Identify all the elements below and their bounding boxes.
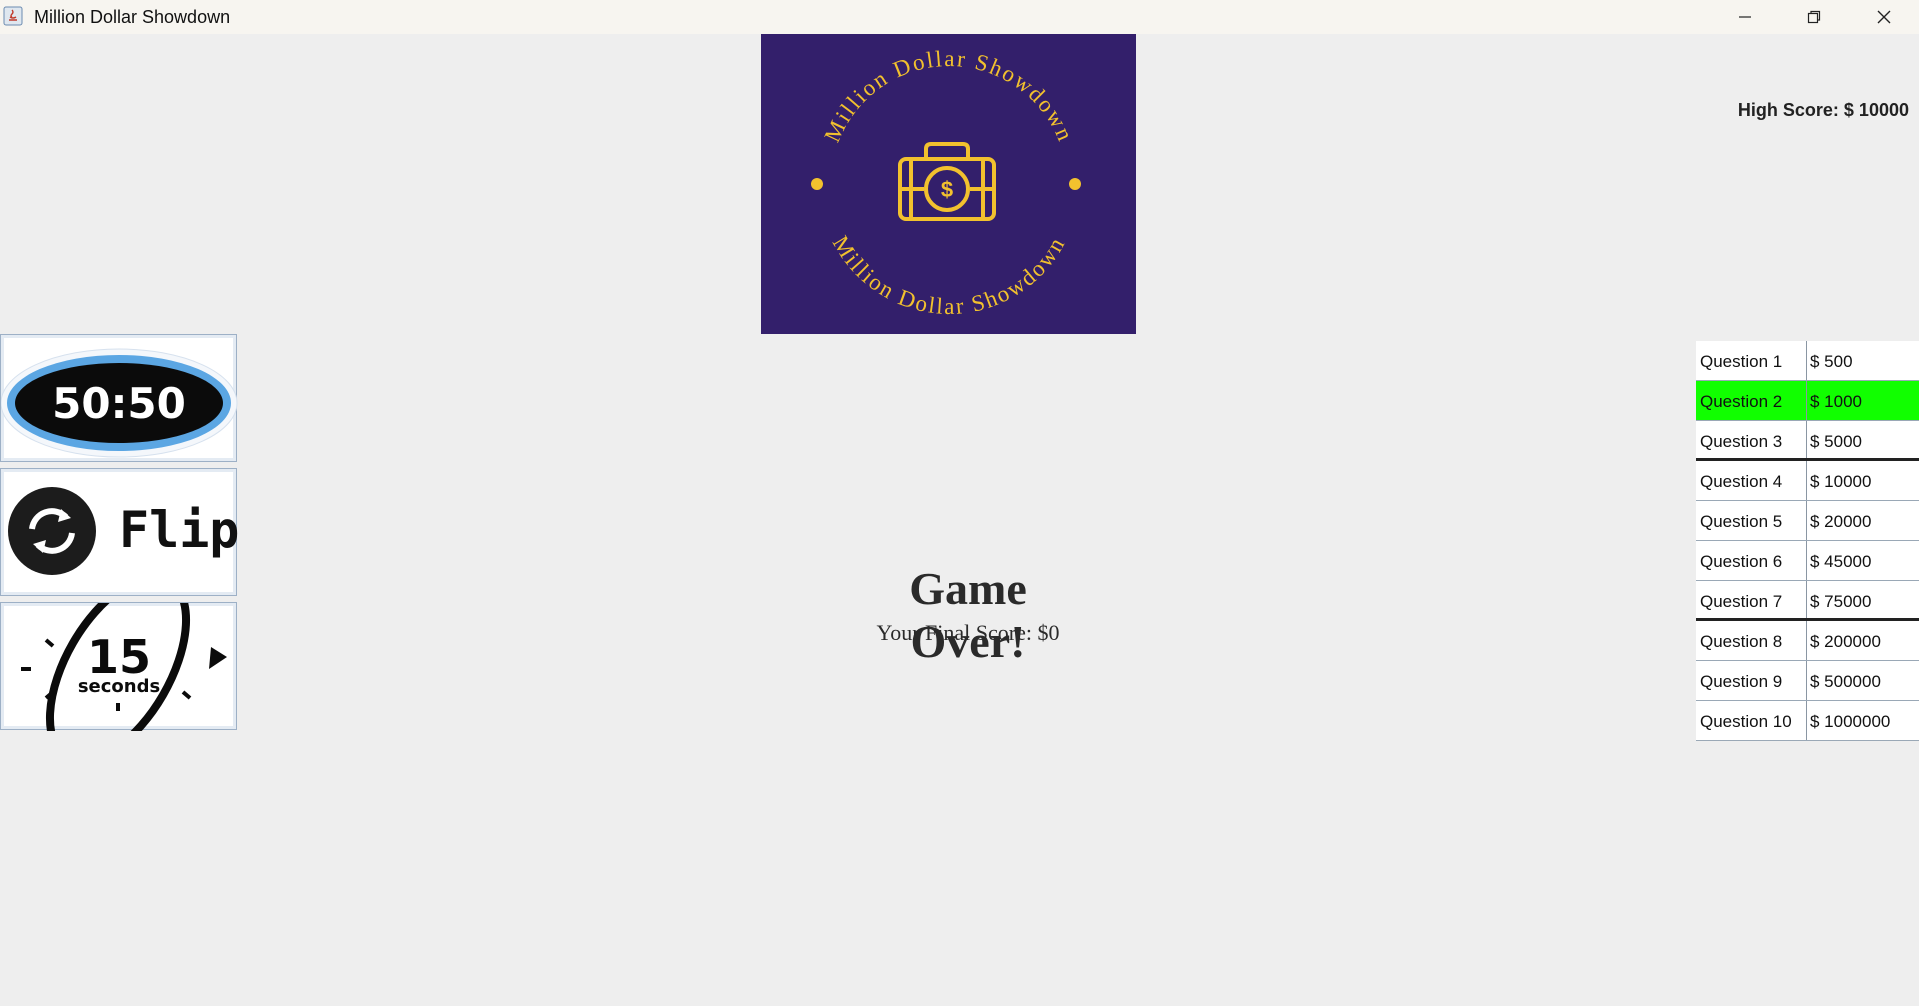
svg-text:Million Dollar Showdown: Million Dollar Showdown (828, 231, 1070, 319)
ladder-prize-label: $ 20000 (1810, 512, 1872, 531)
restore-button[interactable] (1779, 0, 1849, 34)
lifeline-fifty-fifty-button[interactable]: 50:50 (0, 334, 238, 462)
ladder-prize-label: $ 5000 (1810, 432, 1862, 451)
ladder-prize-label: $ 1000000 (1810, 712, 1891, 731)
ladder-question-label: Question 4 (1700, 472, 1783, 491)
ladder-prize-label: $ 200000 (1810, 632, 1881, 651)
game-over-title: Game Over! (909, 563, 1027, 667)
ladder-prize-label: $ 500000 (1810, 672, 1881, 691)
ladder-row: Question 9 $ 500000 (1696, 661, 1919, 701)
lifeline-flip-label: Flip (119, 501, 238, 559)
ladder-question-label: Question 6 (1700, 552, 1783, 571)
ladder-row: Question 1 $ 500 (1696, 341, 1919, 381)
ladder-question-label: Question 2 (1700, 392, 1783, 411)
svg-text:Million Dollar Showdown: Million Dollar Showdown (819, 46, 1078, 146)
ladder-row: Question 4 $ 10000 (1696, 461, 1919, 501)
fifty-fifty-icon: 50:50 (1, 348, 238, 458)
briefcase-dollar-icon: $ (898, 142, 996, 221)
ladder-row: Question 10 $ 1000000 (1696, 701, 1919, 741)
ladder-row: Question 8 $ 200000 (1696, 621, 1919, 661)
timer-unit-label: seconds (78, 676, 160, 697)
window-title: Million Dollar Showdown (34, 7, 231, 27)
timer-icon: 15 seconds (21, 603, 227, 731)
high-score-label: High Score: $ 10000 (1737, 100, 1909, 120)
prize-ladder: Question 1 $ 500 Question 2 $ 1000 Questio… (1696, 341, 1919, 741)
ladder-prize-label: $ 1000 (1810, 392, 1862, 411)
ladder-question-label: Question 3 (1700, 432, 1783, 451)
close-button[interactable] (1849, 0, 1919, 34)
ladder-prize-label: $ 500 (1810, 352, 1853, 371)
ladder-row: Question 7 $ 75000 (1696, 581, 1919, 621)
ladder-question-label: Question 1 (1700, 352, 1783, 371)
minimize-icon (1739, 16, 1751, 18)
ladder-row: Question 5 $ 20000 (1696, 501, 1919, 541)
ladder-row-current: Question 2 $ 1000 (1696, 381, 1919, 421)
restore-icon (1807, 10, 1821, 24)
java-app-icon (3, 6, 23, 26)
ladder-prize-label: $ 45000 (1810, 552, 1872, 571)
lifeline-fifty-fifty-label: 50:50 (52, 379, 186, 428)
lifeline-flip-button[interactable]: Flip (0, 468, 238, 596)
flip-arrows-icon (8, 487, 96, 575)
ladder-question-label: Question 9 (1700, 672, 1783, 691)
ladder-row: Question 3 $ 5000 (1696, 421, 1919, 461)
ladder-question-label: Question 5 (1700, 512, 1783, 531)
final-score-label: Your Final Score: $0 (876, 620, 1060, 645)
ladder-prize-label: $ 75000 (1810, 592, 1872, 611)
close-icon (1877, 10, 1891, 24)
ladder-prize-label: $ 10000 (1810, 472, 1872, 491)
minimize-button[interactable] (1710, 0, 1780, 34)
game-logo: Million Dollar Showdown Million Dollar S… (761, 34, 1136, 334)
title-bar: Million Dollar Showdown (0, 0, 1919, 34)
ladder-row: Question 6 $ 45000 (1696, 541, 1919, 581)
lifeline-timer-button[interactable]: 15 seconds (0, 602, 237, 731)
ladder-question-label: Question 7 (1700, 592, 1783, 611)
ladder-question-label: Question 10 (1700, 712, 1792, 731)
ladder-question-label: Question 8 (1700, 632, 1783, 651)
svg-text:$: $ (941, 177, 953, 202)
